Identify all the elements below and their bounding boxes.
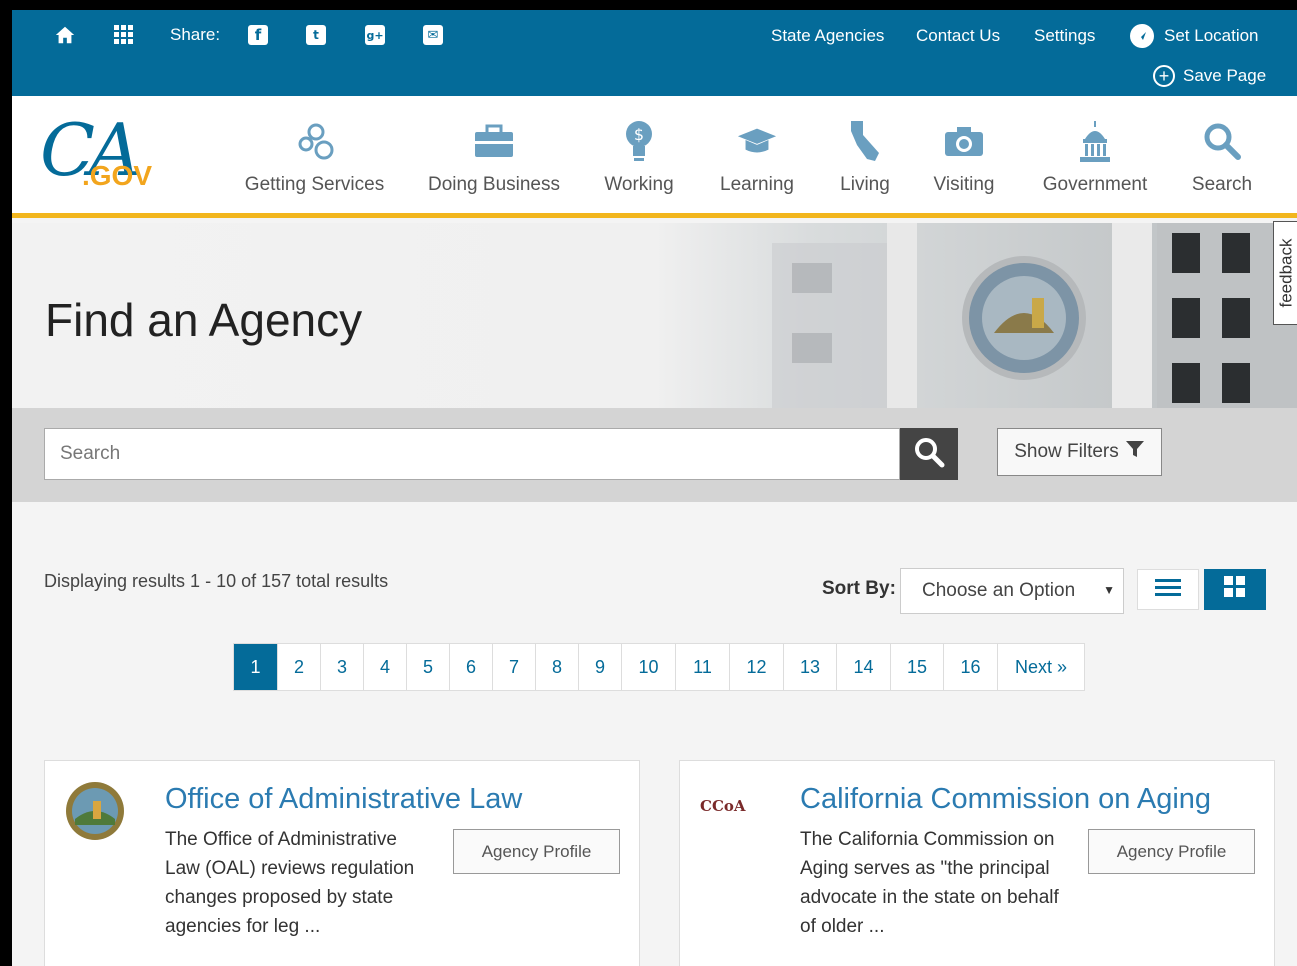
page-title: Find an Agency [45, 294, 363, 346]
main-nav: CA .GOV Getting Services Doing Business … [12, 96, 1297, 218]
page-7[interactable]: 7 [493, 644, 536, 690]
page-9[interactable]: 9 [579, 644, 622, 690]
link-settings[interactable]: Settings [1034, 26, 1095, 46]
nav-label: Working [604, 174, 674, 195]
results-summary: Displaying results 1 - 10 of 157 total r… [44, 571, 389, 591]
location-icon [1130, 24, 1154, 48]
seal-icon [65, 781, 125, 841]
camera-icon [943, 120, 985, 162]
caret-down-icon: ▼ [1103, 583, 1115, 597]
search-button[interactable] [900, 428, 958, 480]
sort-by-label: Sort By: [822, 578, 896, 599]
building-image [712, 223, 1297, 408]
page-12[interactable]: 12 [730, 644, 784, 690]
lightbulb-dollar-icon: $ [618, 120, 660, 162]
svg-text:$: $ [634, 125, 644, 144]
feedback-tab[interactable]: feedback [1273, 221, 1297, 325]
page-16[interactable]: 16 [944, 644, 998, 690]
nav-search[interactable]: Search [1182, 96, 1262, 213]
page-2[interactable]: 2 [278, 644, 321, 690]
plus-circle-icon: + [1153, 65, 1175, 87]
grid-view-button[interactable] [1204, 569, 1266, 610]
agency-title-link[interactable]: Office of Administrative Law [165, 783, 522, 816]
briefcase-icon [473, 120, 515, 162]
twitter-icon[interactable]: t [306, 25, 326, 45]
page-4[interactable]: 4 [364, 644, 407, 690]
agency-search-input[interactable] [44, 428, 900, 480]
nav-label: Doing Business [427, 174, 561, 195]
agency-profile-button[interactable]: Agency Profile [453, 829, 620, 874]
page-3[interactable]: 3 [321, 644, 364, 690]
feedback-label: feedback [1276, 238, 1296, 308]
nav-label: Learning [720, 174, 794, 195]
search-icon [912, 435, 946, 474]
utility-bar: Share: f t g+ ✉ State Agencies Contact U… [12, 10, 1297, 96]
email-icon[interactable]: ✉ [423, 25, 443, 45]
nav-doing-business[interactable]: Doing Business [420, 96, 568, 213]
gears-icon [294, 120, 336, 162]
save-page-link[interactable]: + Save Page [1153, 65, 1266, 87]
graduation-cap-icon [736, 120, 778, 162]
grid-icon [1223, 575, 1247, 604]
nav-label: Living [840, 174, 890, 195]
link-state-agencies[interactable]: State Agencies [771, 26, 884, 46]
page-6[interactable]: 6 [450, 644, 493, 690]
agency-profile-button[interactable]: Agency Profile [1088, 829, 1255, 874]
ccoa-logo: CCoA [700, 797, 760, 857]
set-location-label: Set Location [1164, 26, 1259, 45]
page: Share: f t g+ ✉ State Agencies Contact U… [12, 10, 1297, 966]
page-11[interactable]: 11 [676, 644, 730, 690]
google-plus-icon[interactable]: g+ [365, 25, 385, 45]
nav-government[interactable]: Government [1032, 96, 1158, 213]
agency-card: CCoA California Commission on Aging The … [679, 760, 1275, 966]
ccoa-logo-text: CCoA [700, 797, 746, 815]
ca-gov-logo[interactable]: CA .GOV [40, 114, 160, 198]
nav-learning[interactable]: Learning [712, 96, 802, 213]
list-view-button[interactable] [1137, 569, 1199, 610]
show-filters-label: Show Filters [1014, 441, 1119, 462]
link-contact-us[interactable]: Contact Us [916, 26, 1000, 46]
search-icon [1201, 120, 1243, 162]
agency-title-link[interactable]: California Commission on Aging [800, 783, 1211, 816]
nav-getting-services[interactable]: Getting Services [237, 96, 392, 213]
filter-icon [1125, 439, 1145, 465]
nav-label: Getting Services [244, 174, 385, 195]
agency-description: The Office of Administrative Law (OAL) r… [165, 829, 415, 937]
agency-description: The California Commission on Aging serve… [800, 829, 1059, 937]
nav-visiting[interactable]: Visiting [924, 96, 1004, 213]
nav-working[interactable]: $ Working [594, 96, 684, 213]
page-10[interactable]: 10 [622, 644, 676, 690]
page-1[interactable]: 1 [234, 644, 278, 690]
show-filters-button[interactable]: Show Filters [997, 428, 1162, 476]
capitol-icon [1074, 120, 1116, 162]
logo-gov-text: .GOV [82, 160, 153, 191]
page-8[interactable]: 8 [536, 644, 579, 690]
list-icon [1155, 577, 1181, 602]
nav-label: Search [1191, 174, 1253, 195]
sort-select-value: Choose an Option [922, 580, 1076, 601]
set-location-link[interactable]: Set Location [1130, 24, 1259, 48]
nav-label: Visiting [933, 174, 995, 195]
page-13[interactable]: 13 [784, 644, 837, 690]
sort-select[interactable]: Choose an Option ▼ [900, 568, 1124, 614]
nav-label: Government [1042, 174, 1148, 195]
share-label: Share: [170, 25, 221, 44]
search-band: Show Filters [12, 408, 1297, 502]
page-next[interactable]: Next » [998, 644, 1084, 690]
california-icon [844, 120, 886, 162]
save-page-label: Save Page [1183, 66, 1267, 85]
home-icon[interactable] [54, 24, 76, 46]
page-15[interactable]: 15 [891, 644, 944, 690]
facebook-icon[interactable]: f [248, 25, 268, 45]
hero-banner: Find an Agency [12, 223, 1297, 408]
pagination: 1 2 3 4 5 6 7 8 9 10 11 12 13 14 15 16 N… [233, 643, 1085, 691]
apps-grid-icon[interactable] [114, 25, 134, 45]
agency-card: Office of Administrative Law The Office … [44, 760, 640, 966]
nav-living[interactable]: Living [830, 96, 900, 213]
page-5[interactable]: 5 [407, 644, 450, 690]
page-14[interactable]: 14 [837, 644, 891, 690]
